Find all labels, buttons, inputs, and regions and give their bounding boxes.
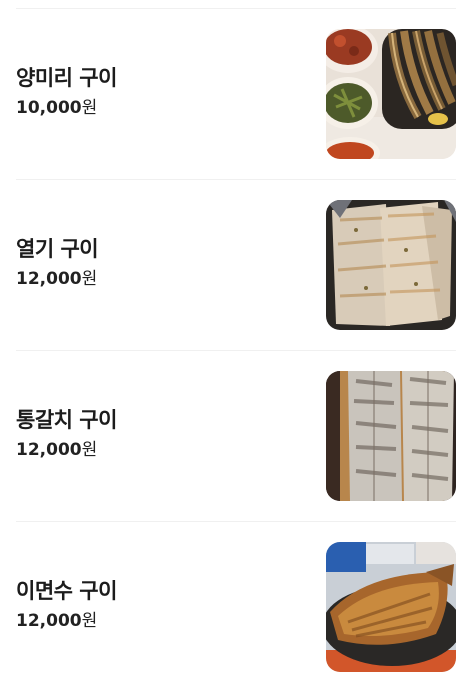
menu-item[interactable]: 양미리 구이 10,000원 [16, 9, 456, 180]
menu-item-text: 양미리 구이 10,000원 [16, 65, 117, 119]
price-currency: 원 [81, 98, 98, 118]
menu-item-price: 12,000원 [16, 268, 98, 290]
grilled-rockfish-image [326, 200, 456, 330]
price-amount: 10,000 [16, 98, 82, 118]
menu-item[interactable]: 통갈치 구이 12,000원 [16, 351, 456, 522]
menu-item-text: 통갈치 구이 12,000원 [16, 407, 117, 461]
grilled-atka-mackerel-image [326, 542, 456, 672]
grilled-sand-eel-photo[interactable] [326, 29, 456, 159]
menu-item-name: 양미리 구이 [16, 66, 117, 90]
menu-item-price: 10,000원 [16, 97, 117, 119]
price-currency: 원 [81, 269, 98, 289]
menu-item-text: 열기 구이 12,000원 [16, 236, 99, 290]
menu-item-name: 열기 구이 [16, 237, 99, 261]
grilled-sand-eel-image [326, 29, 456, 159]
menu-item[interactable]: 열기 구이 12,000원 [16, 180, 456, 351]
price-currency: 원 [81, 440, 98, 460]
grilled-rockfish-photo[interactable] [326, 200, 456, 330]
price-amount: 12,000 [16, 440, 82, 460]
menu-item-text: 이면수 구이 12,000원 [16, 578, 117, 632]
price-currency: 원 [81, 611, 98, 631]
menu-item-name: 이면수 구이 [16, 579, 117, 603]
grilled-whole-hairtail-image [326, 371, 456, 501]
menu-item-price: 12,000원 [16, 439, 117, 461]
menu-list: 양미리 구이 10,000원 열기 구이 12,000원 통갈치 구이 12,0… [16, 8, 456, 693]
price-amount: 12,000 [16, 269, 82, 289]
grilled-atka-mackerel-photo[interactable] [326, 542, 456, 672]
menu-item[interactable]: 이면수 구이 12,000원 [16, 522, 456, 693]
menu-item-price: 12,000원 [16, 610, 117, 632]
grilled-whole-hairtail-photo[interactable] [326, 371, 456, 501]
menu-item-name: 통갈치 구이 [16, 408, 117, 432]
price-amount: 12,000 [16, 611, 82, 631]
